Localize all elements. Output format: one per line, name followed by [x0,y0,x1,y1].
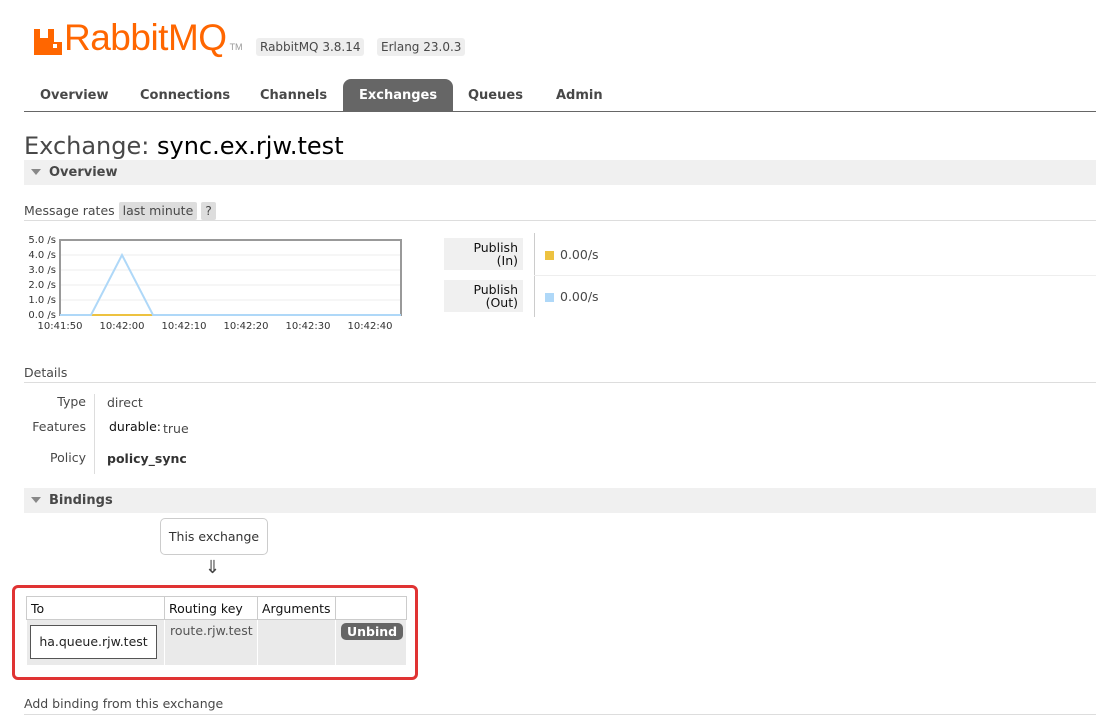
y-tick-label: 3.0 /s [28,265,56,276]
x-tick-label: 10:41:50 [38,321,83,332]
period-selector[interactable]: last minute [118,202,198,220]
binding-to-cell: ha.queue.rjw.test [26,619,165,666]
publish-in-swatch[interactable] [545,251,554,260]
publish-in-value: 0.00/s [545,248,599,262]
message-rates-row: Message rates last minute ? [24,202,216,220]
table-row: ha.queue.rjw.test route.rjw.test Unbind [26,619,407,666]
divider [24,714,1096,715]
policy-key: Policy [50,450,86,465]
publish-out-label: Publish (Out) [444,280,523,312]
type-key: Type [57,394,86,409]
y-tick-label: 0.0 /s [28,310,56,321]
rabbit-logo-icon [34,29,62,55]
help-button[interactable]: ? [201,202,216,220]
publish-out-label-line2: (Out) [485,295,518,310]
overview-section-toggle[interactable]: Overview [24,160,1096,185]
legend-row-divider [534,275,1096,276]
bindings-header-row: To Routing key Arguments [26,596,407,620]
message-rates-chart: 0.0 /s 1.0 /s 2.0 /s 3.0 /s 4.0 /s 5.0 /s 10:… [28,235,402,332]
page-title-prefix: Exchange: [24,132,150,160]
bindings-section-toggle[interactable]: Bindings [24,488,1096,513]
exchange-name: sync.ex.rjw.test [157,132,344,160]
y-tick-label: 1.0 /s [28,295,56,306]
collapse-triangle-icon [31,497,41,503]
publish-out-swatch[interactable] [545,293,554,302]
action-cell: Unbind [335,619,407,666]
policy-link[interactable]: policy_sync [107,451,187,466]
y-tick-label: 5.0 /s [28,235,56,246]
column-header-routing-key: Routing key [164,596,258,620]
column-header-actions [335,596,407,620]
publish-out-rate: 0.00/s [560,289,599,304]
add-binding-heading: Add binding from this exchange [24,696,224,711]
bindings-table: To Routing key Arguments ha.queue.rjw.te… [26,596,407,666]
tab-connections[interactable]: Connections [124,79,246,111]
column-header-to: To [26,596,165,620]
collapse-triangle-icon [31,169,41,175]
publish-out-value: 0.00/s [545,290,599,304]
y-tick-label: 2.0 /s [28,280,56,291]
x-tick-label: 10:42:40 [348,321,393,332]
publish-in-rate: 0.00/s [560,247,599,262]
x-tick-label: 10:42:30 [286,321,331,332]
arguments-cell [257,619,336,666]
durable-value: true [163,421,189,436]
bindings-section-label: Bindings [49,493,113,508]
queue-link[interactable]: ha.queue.rjw.test [30,625,157,659]
routing-key-cell: route.rjw.test [164,619,258,666]
tab-admin[interactable]: Admin [540,79,619,111]
features-key: Features [32,419,86,434]
x-tick-label: 10:42:20 [224,321,269,332]
trademark: TM [229,42,243,52]
brand-name: RabbitMQ [64,17,227,58]
divider [24,382,1096,383]
overview-section-label: Overview [49,165,118,180]
tab-channels[interactable]: Channels [244,79,343,111]
publish-in-label-line2: (In) [496,253,518,268]
type-value: direct [107,395,143,410]
main-nav-tabs: Overview Connections Channels Exchanges … [24,79,1096,112]
details-heading: Details [24,365,68,380]
rabbitmq-version-badge: RabbitMQ 3.8.14 [256,38,365,56]
erlang-version-badge: Erlang 23.0.3 [377,38,466,56]
details-column-divider [94,394,95,474]
tab-queues[interactable]: Queues [452,79,539,111]
publish-in-label: Publish (In) [444,238,523,270]
x-tick-label: 10:42:00 [100,321,145,332]
message-rates-label: Message rates [24,203,115,218]
down-double-arrow-icon: ⇓ [205,557,221,578]
tab-overview[interactable]: Overview [24,79,125,111]
x-tick-label: 10:42:10 [162,321,207,332]
durable-key: durable: [109,419,161,434]
y-tick-label: 4.0 /s [28,250,56,261]
tab-exchanges[interactable]: Exchanges [343,79,454,111]
rabbitmq-logo[interactable]: RabbitMQ TM [34,17,243,58]
page-title: Exchange: sync.ex.rjw.test [24,131,344,161]
unbind-button[interactable]: Unbind [341,623,404,640]
column-header-arguments: Arguments [257,596,336,620]
this-exchange-box: This exchange [160,518,268,555]
divider [24,220,1096,221]
